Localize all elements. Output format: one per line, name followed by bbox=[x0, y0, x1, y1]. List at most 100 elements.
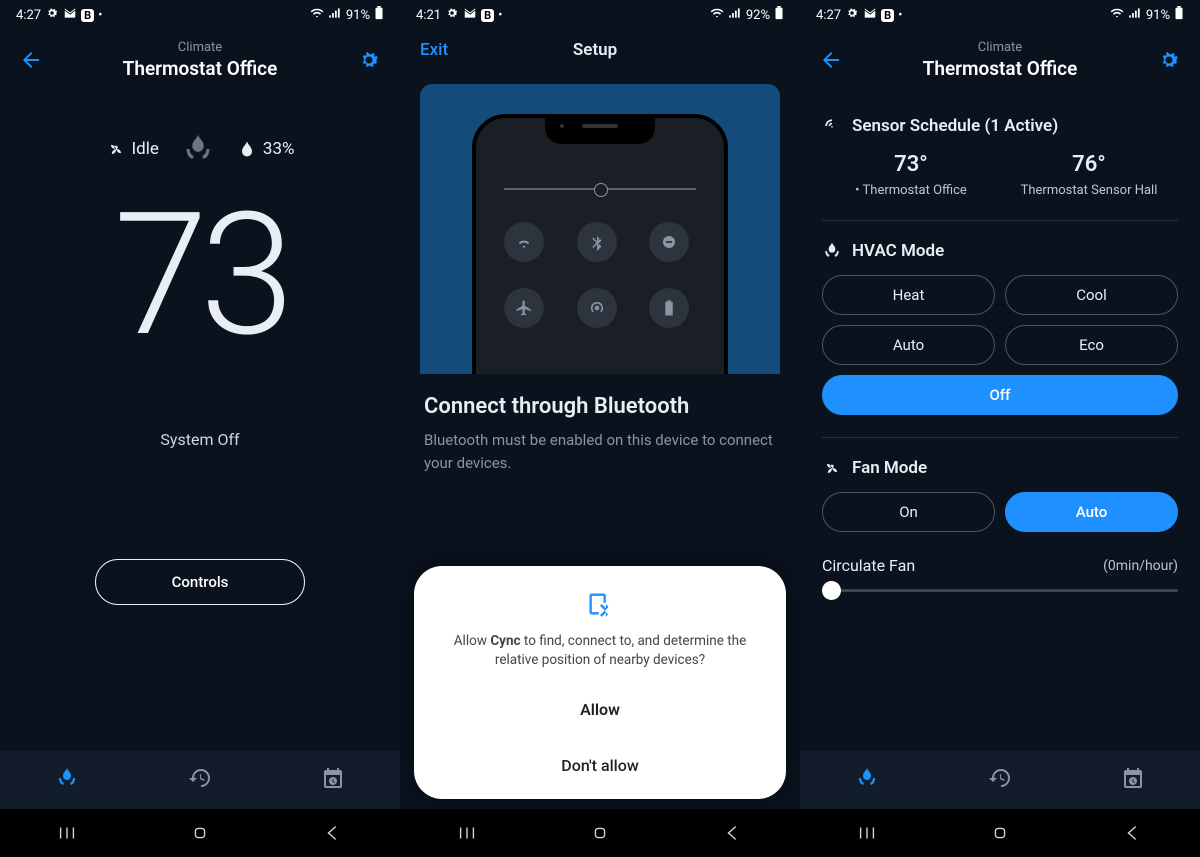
android-navbar bbox=[400, 809, 800, 857]
signal-icon bbox=[328, 6, 342, 24]
fan-status: Idle bbox=[106, 139, 159, 159]
tab-thermostat[interactable] bbox=[855, 766, 879, 794]
battery-icon bbox=[374, 6, 384, 24]
status-row: Idle 33% bbox=[0, 132, 400, 166]
hvac-icon bbox=[181, 132, 215, 166]
nav-recents[interactable] bbox=[437, 822, 497, 844]
app-header: Climate Thermostat Office bbox=[0, 30, 400, 96]
app-b-icon: B bbox=[481, 9, 494, 22]
mail-icon bbox=[863, 6, 877, 24]
tab-thermostat[interactable] bbox=[55, 766, 79, 794]
settings-button[interactable] bbox=[356, 47, 382, 73]
battery-icon bbox=[774, 6, 784, 24]
tab-schedule[interactable] bbox=[321, 766, 345, 794]
hvac-heat-button[interactable]: Heat bbox=[822, 275, 995, 315]
battery-toggle-icon bbox=[649, 288, 689, 328]
hvac-off-button[interactable]: Off bbox=[822, 375, 1178, 415]
hvac-mode-header: HVAC Mode bbox=[822, 241, 1178, 261]
screen-setup-bluetooth: 4:21 B • 92% Exit Setup bbox=[400, 0, 800, 857]
signal-icon bbox=[1128, 6, 1142, 24]
hvac-auto-button[interactable]: Auto bbox=[822, 325, 995, 365]
mail-icon bbox=[463, 6, 477, 24]
header-title: Thermostat Office bbox=[844, 57, 1156, 80]
circulate-label: Circulate Fan bbox=[822, 556, 915, 575]
back-button[interactable] bbox=[18, 47, 44, 73]
setup-header: Exit Setup bbox=[400, 30, 800, 64]
tab-schedule[interactable] bbox=[1121, 766, 1145, 794]
settings-button[interactable] bbox=[1156, 47, 1182, 73]
tab-history[interactable] bbox=[988, 766, 1012, 794]
nav-back[interactable] bbox=[303, 822, 363, 844]
android-navbar bbox=[0, 809, 400, 857]
status-bar: 4:27 B • 91% bbox=[0, 0, 400, 30]
wifi-icon bbox=[1110, 6, 1124, 24]
tab-bar bbox=[800, 751, 1200, 809]
divider bbox=[822, 437, 1178, 438]
status-bar: 4:27 B • 91% bbox=[800, 0, 1200, 30]
circulate-slider[interactable] bbox=[822, 589, 1178, 592]
tab-bar bbox=[0, 751, 400, 809]
current-temperature: 73 bbox=[0, 190, 400, 360]
hvac-eco-button[interactable]: Eco bbox=[1005, 325, 1178, 365]
settings-icon bbox=[45, 6, 59, 24]
permission-dialog: Allow Cync to find, connect to, and dete… bbox=[414, 566, 786, 799]
nav-back[interactable] bbox=[1103, 822, 1163, 844]
dnd-toggle-icon bbox=[649, 222, 689, 262]
status-time: 4:27 bbox=[816, 8, 841, 23]
setup-title: Setup bbox=[410, 40, 780, 60]
hvac-mode-buttons: Heat Cool Auto Eco Off bbox=[822, 275, 1178, 415]
dialog-text: Allow Cync to find, connect to, and dete… bbox=[434, 632, 766, 670]
fan-mode-buttons: On Auto bbox=[822, 492, 1178, 532]
controls-button[interactable]: Controls bbox=[95, 559, 305, 605]
nav-recents[interactable] bbox=[837, 822, 897, 844]
nearby-devices-icon bbox=[586, 590, 614, 622]
nav-recents[interactable] bbox=[37, 822, 97, 844]
dialog-deny-button[interactable]: Don't allow bbox=[434, 737, 766, 793]
status-time: 4:21 bbox=[416, 8, 441, 23]
divider bbox=[822, 220, 1178, 221]
back-button[interactable] bbox=[818, 47, 844, 73]
sensor-schedule-header[interactable]: Sensor Schedule (1 Active) bbox=[822, 116, 1178, 136]
wifi-icon bbox=[310, 6, 324, 24]
nav-home[interactable] bbox=[970, 822, 1030, 844]
android-navbar bbox=[800, 809, 1200, 857]
mail-icon bbox=[63, 6, 77, 24]
dialog-allow-button[interactable]: Allow bbox=[434, 682, 766, 737]
screen-thermostat-controls: 4:27 B • 91% Climate Thermostat Office S… bbox=[800, 0, 1200, 857]
slider-thumb[interactable] bbox=[822, 581, 841, 600]
tab-history[interactable] bbox=[188, 766, 212, 794]
fan-on-button[interactable]: On bbox=[822, 492, 995, 532]
bluetooth-toggle-icon bbox=[577, 222, 617, 262]
nav-home[interactable] bbox=[170, 822, 230, 844]
status-time: 4:27 bbox=[16, 8, 41, 23]
fan-auto-button[interactable]: Auto bbox=[1005, 492, 1178, 532]
system-status: System Off bbox=[0, 430, 400, 449]
nav-home[interactable] bbox=[570, 822, 630, 844]
app-b-icon: B bbox=[881, 9, 894, 22]
signal-icon bbox=[728, 6, 742, 24]
hotspot-toggle-icon bbox=[577, 288, 617, 328]
bluetooth-illustration bbox=[420, 84, 780, 374]
setup-text: Connect through Bluetooth Bluetooth must… bbox=[400, 374, 800, 494]
fan-mode-header: Fan Mode bbox=[822, 458, 1178, 478]
app-header: Climate Thermostat Office bbox=[800, 30, 1200, 96]
settings-icon bbox=[445, 6, 459, 24]
circulate-fan-row: Circulate Fan (0min/hour) bbox=[822, 556, 1178, 575]
battery-pct: 91% bbox=[346, 8, 370, 23]
header-title: Thermostat Office bbox=[44, 57, 356, 80]
humidity-status: 33% bbox=[237, 139, 295, 159]
airplane-toggle-icon bbox=[504, 288, 544, 328]
sensor-item[interactable]: 76° Thermostat Sensor Hall bbox=[1000, 152, 1178, 198]
battery-pct: 91% bbox=[1146, 8, 1170, 23]
setup-body: Bluetooth must be enabled on this device… bbox=[424, 429, 776, 474]
status-bar: 4:21 B • 92% bbox=[400, 0, 800, 30]
settings-icon bbox=[845, 6, 859, 24]
nav-back[interactable] bbox=[703, 822, 763, 844]
hvac-cool-button[interactable]: Cool bbox=[1005, 275, 1178, 315]
battery-icon bbox=[1174, 6, 1184, 24]
header-subtitle: Climate bbox=[44, 40, 356, 55]
wifi-icon bbox=[710, 6, 724, 24]
setup-heading: Connect through Bluetooth bbox=[424, 394, 776, 419]
sensor-item[interactable]: 73° Thermostat Office bbox=[822, 152, 1000, 198]
circulate-value: (0min/hour) bbox=[1103, 558, 1178, 574]
